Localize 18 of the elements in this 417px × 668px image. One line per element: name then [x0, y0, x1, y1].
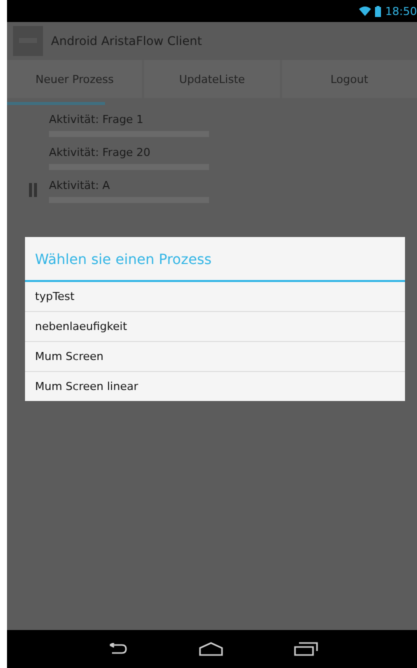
- recent-apps-icon: [294, 642, 318, 656]
- app-title: Android AristaFlow Client: [51, 34, 202, 48]
- drag-handle: [29, 183, 37, 197]
- process-option[interactable]: Mum Screen: [25, 342, 405, 372]
- toolbar-button[interactable]: Neuer Prozess: [7, 60, 142, 98]
- wifi-icon: [359, 6, 372, 16]
- clock: 18:50: [385, 4, 417, 18]
- toolbar-button[interactable]: Logout: [282, 60, 417, 98]
- battery-icon: [375, 6, 382, 16]
- home-icon: [198, 642, 224, 656]
- activity-title[interactable]: Aktivität: Frage 20: [49, 146, 417, 159]
- activity-title[interactable]: Aktivität: A: [49, 179, 417, 192]
- dialog-title: Wählen sie einen Prozess: [25, 237, 405, 282]
- process-option[interactable]: typTest: [25, 282, 405, 312]
- process-option[interactable]: Mum Screen linear: [25, 372, 405, 401]
- toolbar-button[interactable]: UpdateListe: [144, 60, 280, 98]
- process-option[interactable]: nebenlaeufigkeit: [25, 312, 405, 342]
- activity-title[interactable]: Aktivität: Frage 1: [49, 113, 417, 126]
